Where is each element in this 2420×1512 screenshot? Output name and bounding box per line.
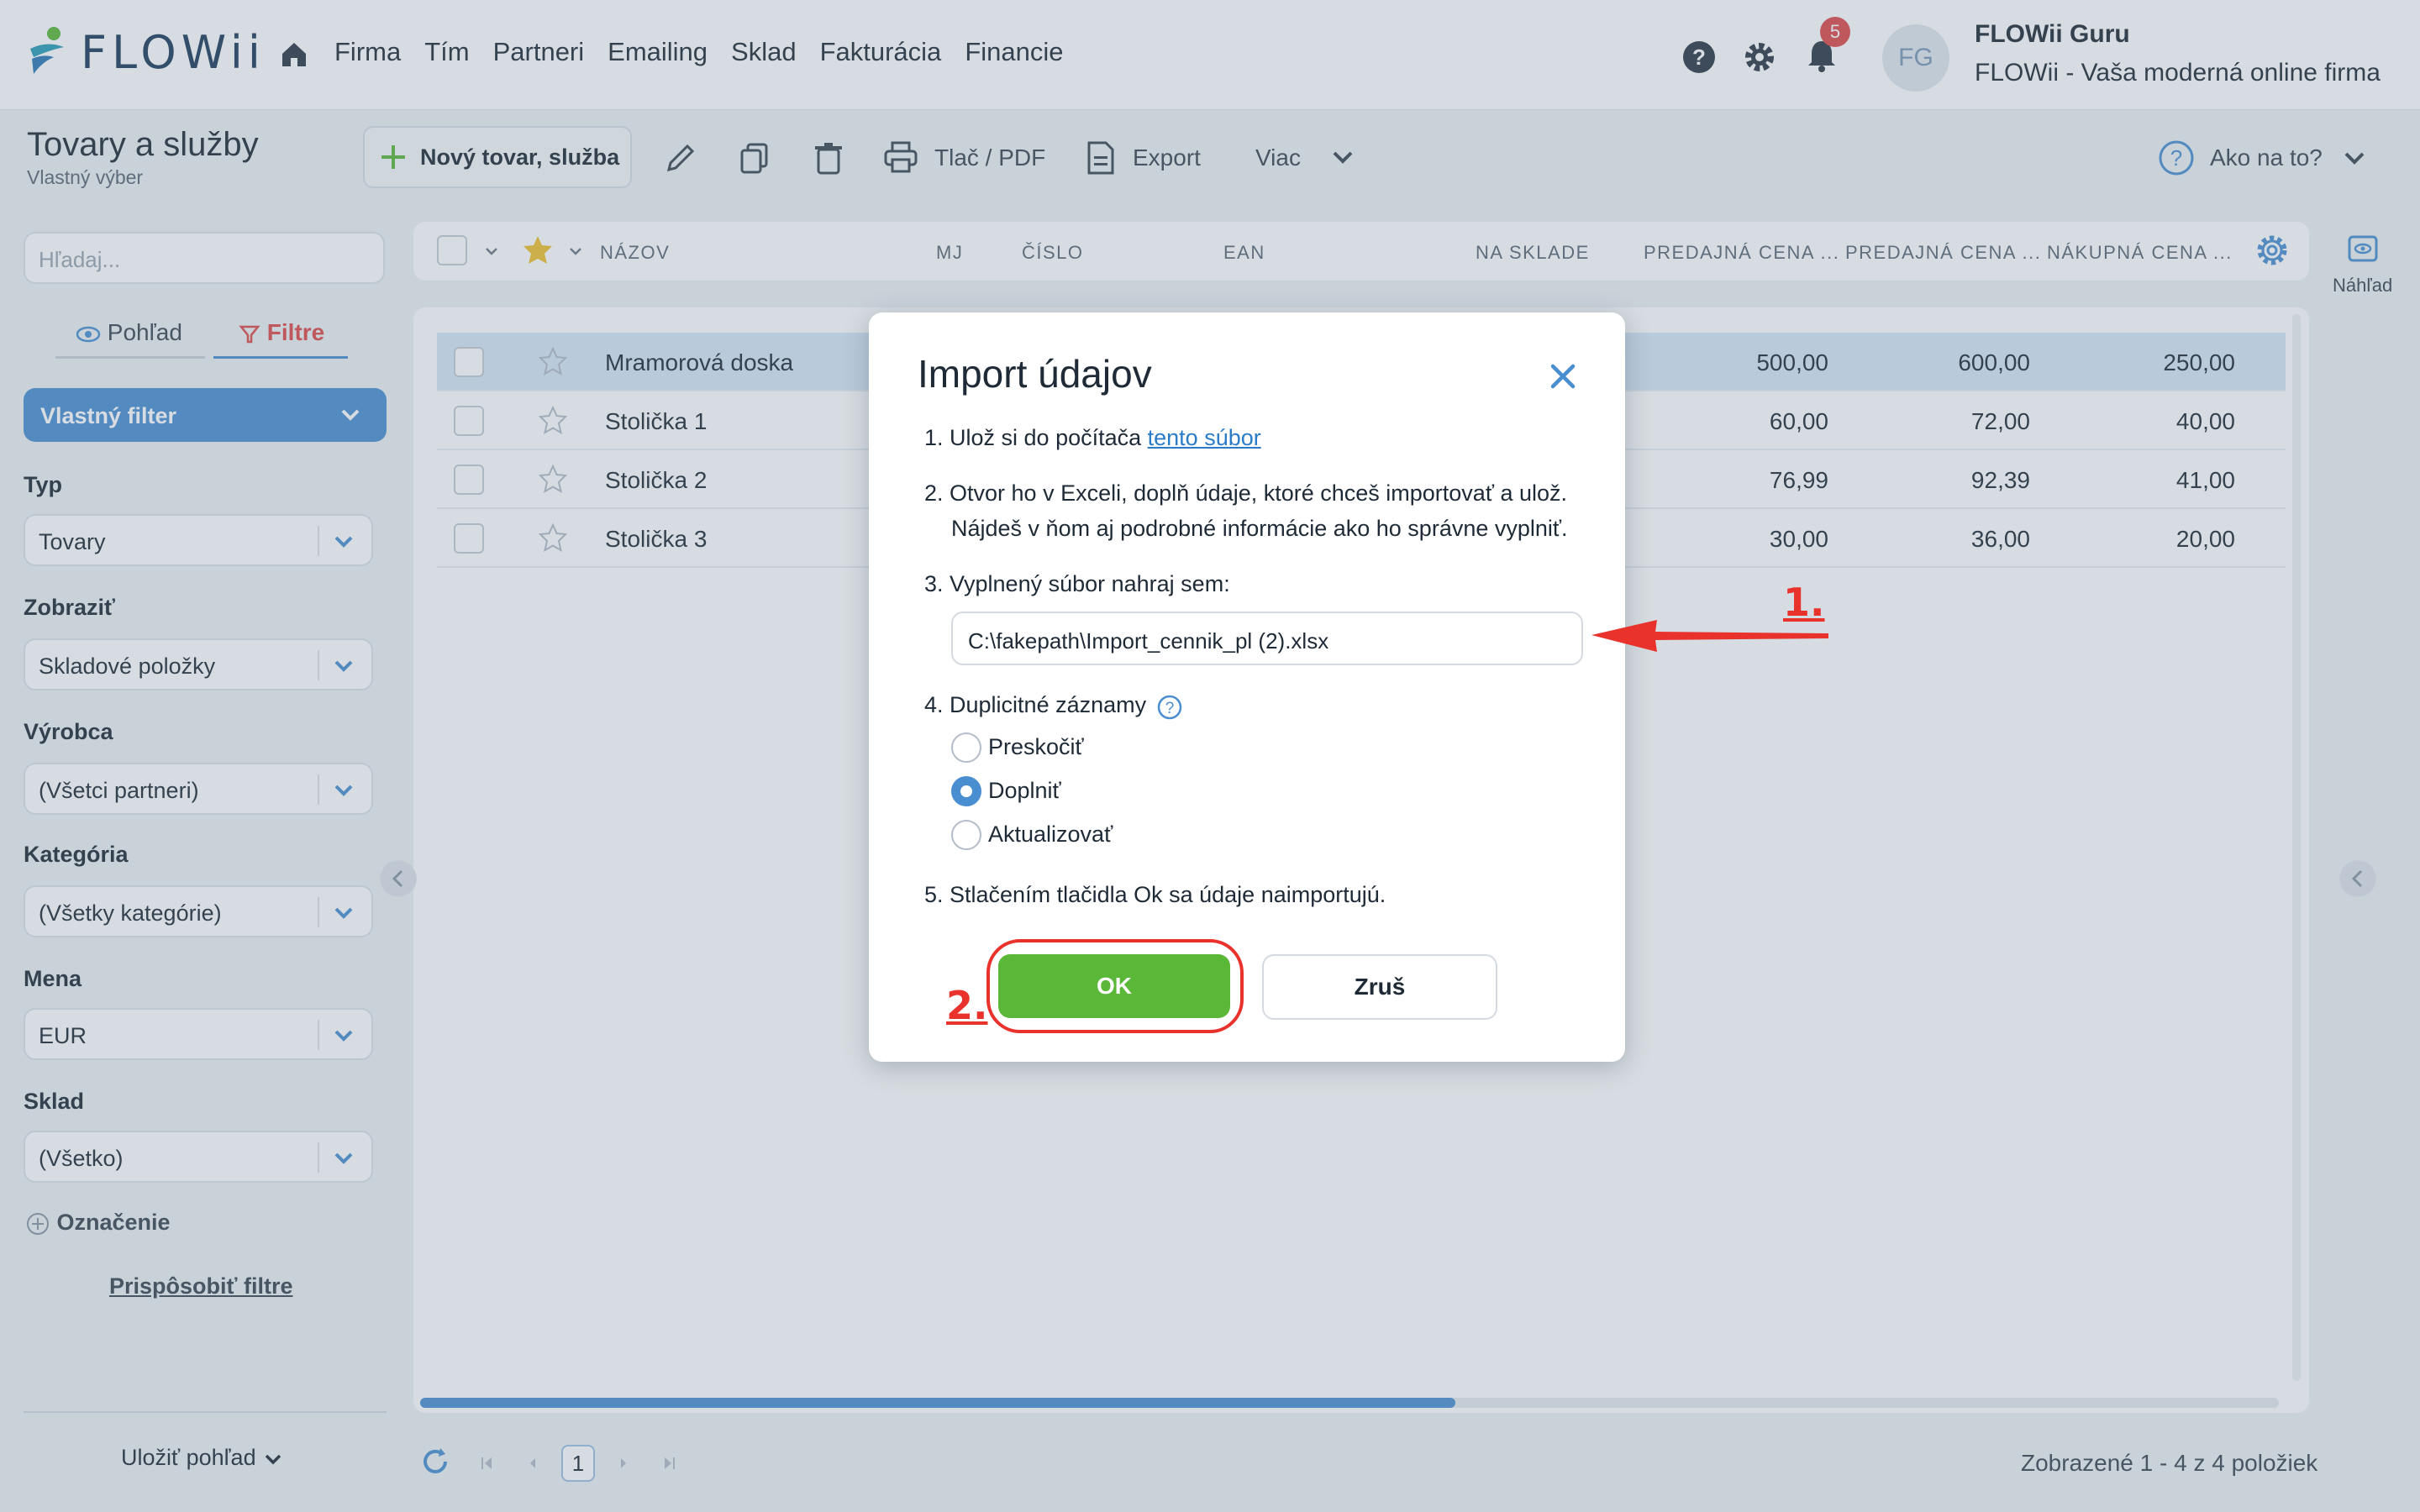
svg-text:?: ? <box>1165 700 1175 717</box>
annotation-step-1: 1. <box>1783 580 1825 625</box>
step-4: 4. Duplicitné záznamy <box>924 692 1147 717</box>
radio-skip-label[interactable]: Preskočiť <box>988 734 1084 760</box>
annotation-step-2: 2. <box>946 983 988 1028</box>
step-2-line-1: 2. Otvor ho v Exceli, doplň údaje, ktoré… <box>924 480 1568 506</box>
dialog-title: Import údajov <box>918 352 1152 396</box>
duplicates-help-icon[interactable]: ? <box>1156 694 1183 721</box>
ok-button[interactable]: OK <box>998 954 1230 1018</box>
step-2-line-2: Nájdeš v ňom aj podrobné informácie ako … <box>951 516 1568 541</box>
cancel-button[interactable]: Zruš <box>1262 954 1497 1020</box>
file-upload-field[interactable]: C:\fakepath\Import_cennik_pl (2).xlsx <box>951 612 1583 665</box>
template-file-link[interactable]: tento súbor <box>1148 425 1261 450</box>
step-3: 3. Vyplnený súbor nahraj sem: <box>924 571 1230 596</box>
radio-fill-label[interactable]: Doplniť <box>988 778 1061 804</box>
radio-update[interactable] <box>951 820 981 850</box>
step-1-text: 1. Ulož si do počítača <box>924 425 1148 450</box>
radio-fill[interactable] <box>951 776 981 806</box>
radio-update-label[interactable]: Aktualizovať <box>988 822 1113 848</box>
step-5: 5. Stlačením tlačidla Ok sa údaje naimpo… <box>924 882 1386 907</box>
close-icon[interactable] <box>1546 360 1580 393</box>
step-1: 1. Ulož si do počítača tento súbor <box>924 420 1261 455</box>
radio-skip[interactable] <box>951 732 981 763</box>
import-dialog: Import údajov 1. Ulož si do počítača ten… <box>869 312 1625 1062</box>
